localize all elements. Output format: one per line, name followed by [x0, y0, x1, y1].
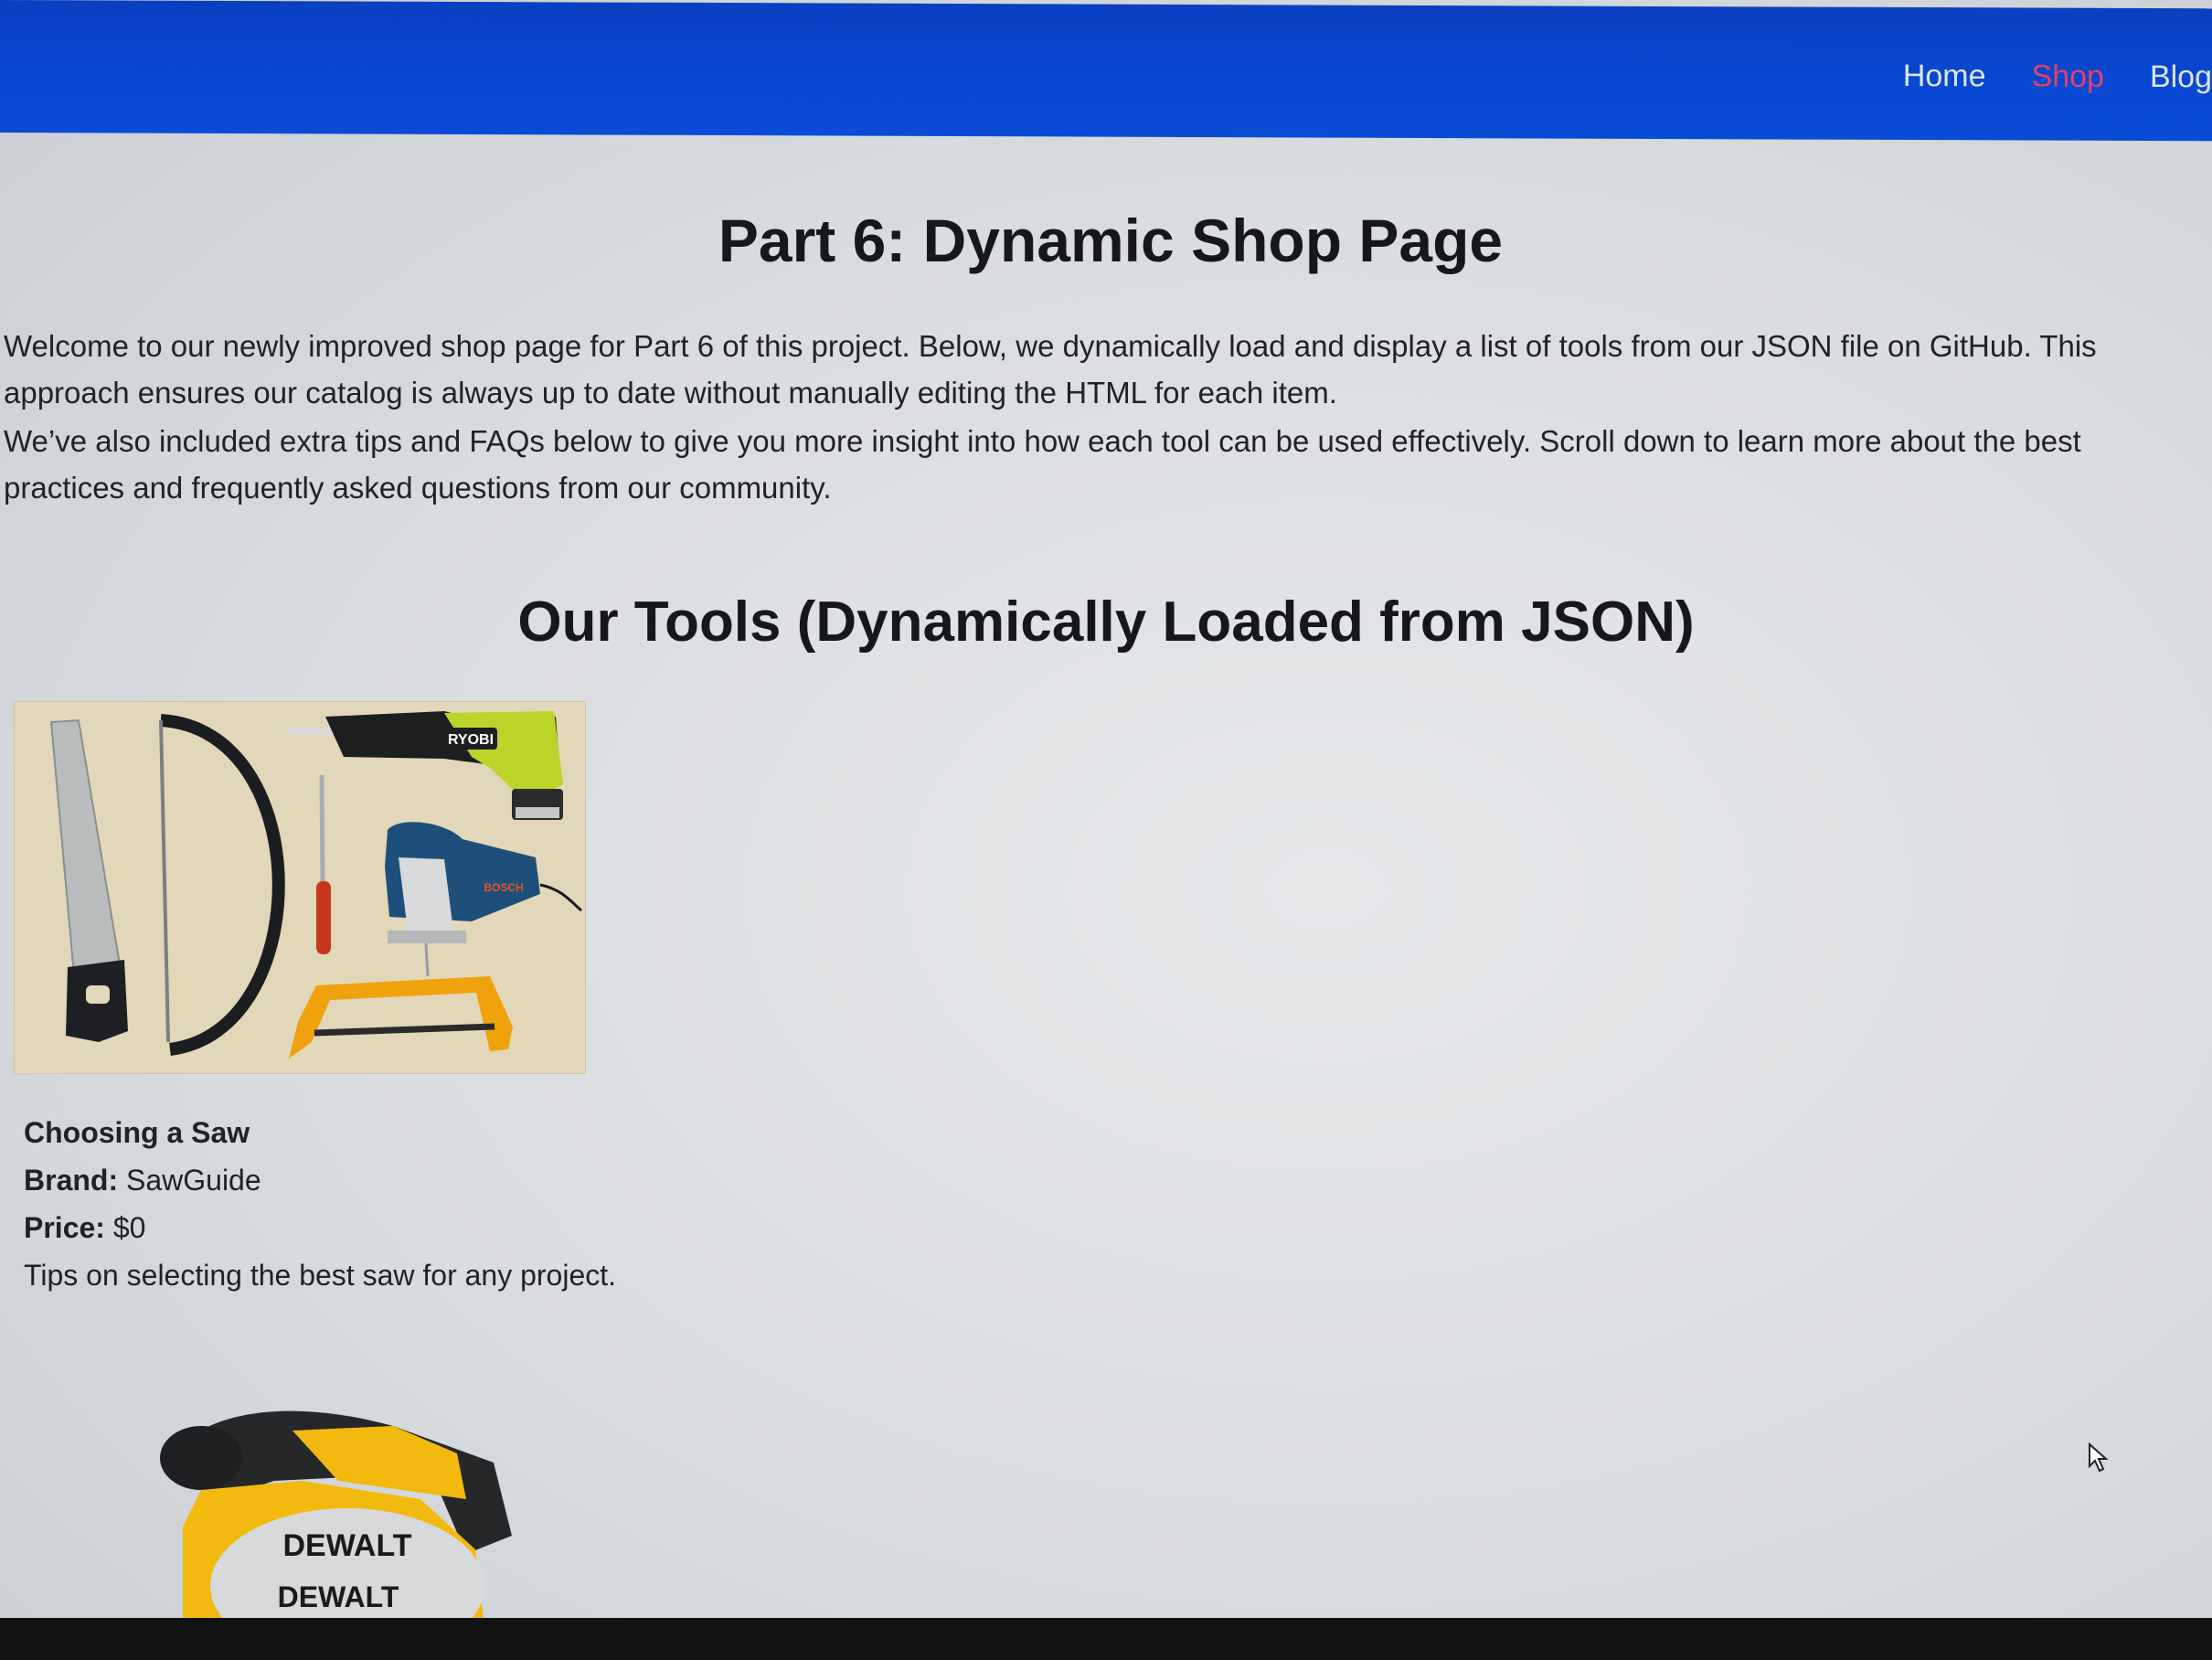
- product-card: Choosing a Saw Brand: SawGuide Price: $0…: [24, 1109, 616, 1299]
- product-brand: SawGuide: [126, 1164, 261, 1197]
- brand-label: Brand:: [24, 1164, 119, 1197]
- dewalt-top-label: DEWALT: [282, 1528, 411, 1563]
- dewalt-bottom-label: DEWALT: [278, 1580, 399, 1613]
- intro-paragraph-2: We’ve also included extra tips and FAQs …: [4, 424, 2081, 505]
- nav-links: Home Shop Blog: [1903, 59, 2212, 95]
- product-image-saws: RYOBI BOSCH: [14, 701, 586, 1074]
- product-price-row: Price: $0: [24, 1204, 616, 1251]
- ryobi-label: RYOBI: [448, 732, 494, 748]
- product-description: Tips on selecting the best saw for any p…: [24, 1259, 617, 1292]
- product-image-circular-saw: DEWALT DEWALT: [91, 1389, 603, 1618]
- screen-bezel: [0, 1618, 2212, 1660]
- page-title: Part 6: Dynamic Shop Page: [718, 207, 1504, 274]
- price-label: Price:: [24, 1211, 105, 1244]
- navbar: Home Shop Blog: [0, 0, 2212, 142]
- intro-paragraph-1: Welcome to our newly improved shop page …: [4, 329, 2097, 410]
- browser-viewport: Home Shop Blog Part 6: Dynamic Shop Page…: [0, 0, 2212, 1618]
- section-title: Our Tools (Dynamically Loaded from JSON): [517, 591, 1695, 654]
- product-brand-row: Brand: SawGuide: [24, 1156, 616, 1204]
- product-price: $0: [112, 1211, 146, 1244]
- mouse-cursor-icon: [2089, 1442, 2109, 1473]
- product-name: Choosing a Saw: [24, 1116, 250, 1149]
- nav-home-link[interactable]: Home: [1903, 59, 1986, 94]
- nav-blog-link[interactable]: Blog: [2150, 59, 2212, 95]
- circular-saw-icon: DEWALT DEWALT: [160, 1410, 512, 1618]
- nav-shop-link[interactable]: Shop: [2032, 59, 2104, 95]
- bosch-label: BOSCH: [484, 881, 523, 894]
